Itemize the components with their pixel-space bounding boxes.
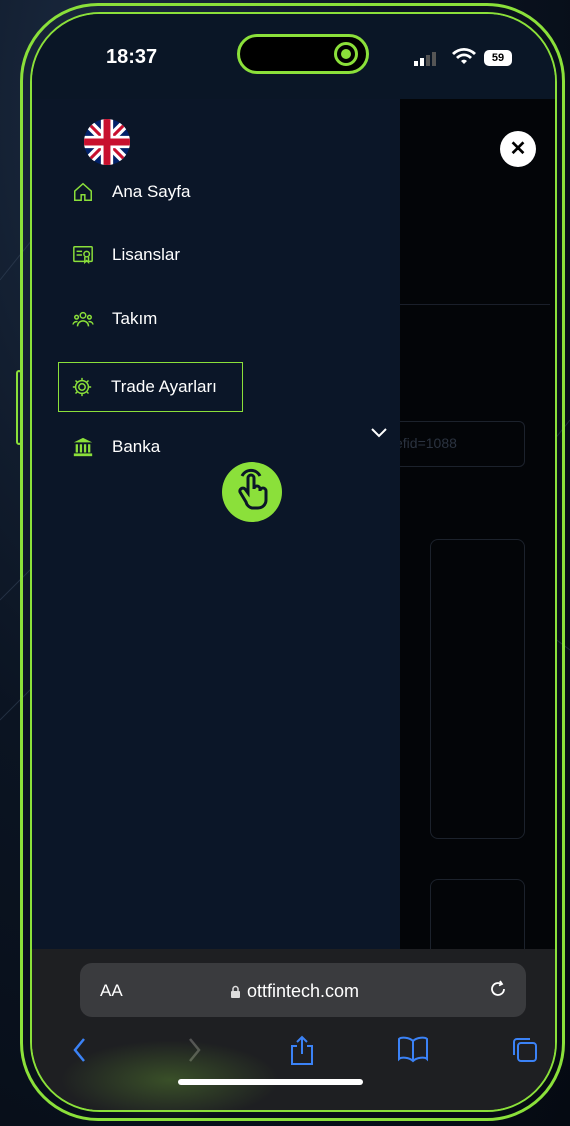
dynamic-island: [237, 34, 369, 74]
chevron-down-icon[interactable]: [370, 427, 388, 439]
menu-item-trade-ayarlari[interactable]: Trade Ayarları: [58, 362, 243, 412]
menu-item-label: Ana Sayfa: [112, 182, 191, 201]
home-icon: [74, 182, 92, 201]
gear-icon: [72, 377, 92, 397]
overlay-divider: [400, 304, 550, 305]
lock-icon: [231, 985, 240, 998]
background-card: [430, 539, 525, 839]
page-overlay[interactable]: ✕ efid=1088: [390, 99, 555, 979]
uk-flag-icon[interactable]: [84, 119, 130, 165]
phone-screen: 18:37 59 ✕ efid=1088 Ana Sayfa Lisanslar…: [30, 12, 557, 1112]
menu-item-label: Takım: [112, 309, 158, 328]
wifi-icon: [452, 48, 476, 64]
reload-icon[interactable]: [488, 979, 508, 999]
menu-item-label: Lisanslar: [112, 245, 181, 264]
menu-item-takim[interactable]: Takım: [72, 308, 157, 330]
tap-hand-cursor-icon: [222, 462, 282, 522]
share-icon[interactable]: [288, 1035, 316, 1067]
bank-icon: [73, 437, 93, 457]
status-bar: 18:37 59: [32, 14, 555, 99]
home-indicator[interactable]: [178, 1079, 363, 1085]
status-time: 18:37: [106, 46, 158, 68]
bookmarks-icon[interactable]: [397, 1035, 429, 1063]
license-icon: [73, 246, 93, 265]
tabs-icon[interactable]: [510, 1035, 540, 1065]
team-icon: [72, 311, 94, 327]
side-drawer: Ana Sayfa Lisanslar Takım Trade Ayarları…: [32, 99, 400, 949]
phone-side-button: [16, 370, 22, 445]
reader-aa-button[interactable]: AA: [100, 981, 123, 1001]
signal-icon: [414, 52, 436, 66]
menu-item-banka[interactable]: Banka: [72, 436, 160, 458]
close-icon[interactable]: ✕: [500, 131, 536, 167]
menu-item-label: Trade Ayarları: [111, 377, 217, 396]
menu-item-label: Banka: [112, 437, 161, 456]
background-field: efid=1088: [390, 421, 525, 467]
address-bar[interactable]: AA ottfintech.com: [80, 963, 526, 1017]
battery-icon: 59: [484, 50, 512, 66]
url-text: ottfintech.com: [247, 981, 360, 1001]
menu-item-lisanslar[interactable]: Lisanslar: [72, 244, 180, 266]
menu-item-ana-sayfa[interactable]: Ana Sayfa: [72, 181, 190, 203]
